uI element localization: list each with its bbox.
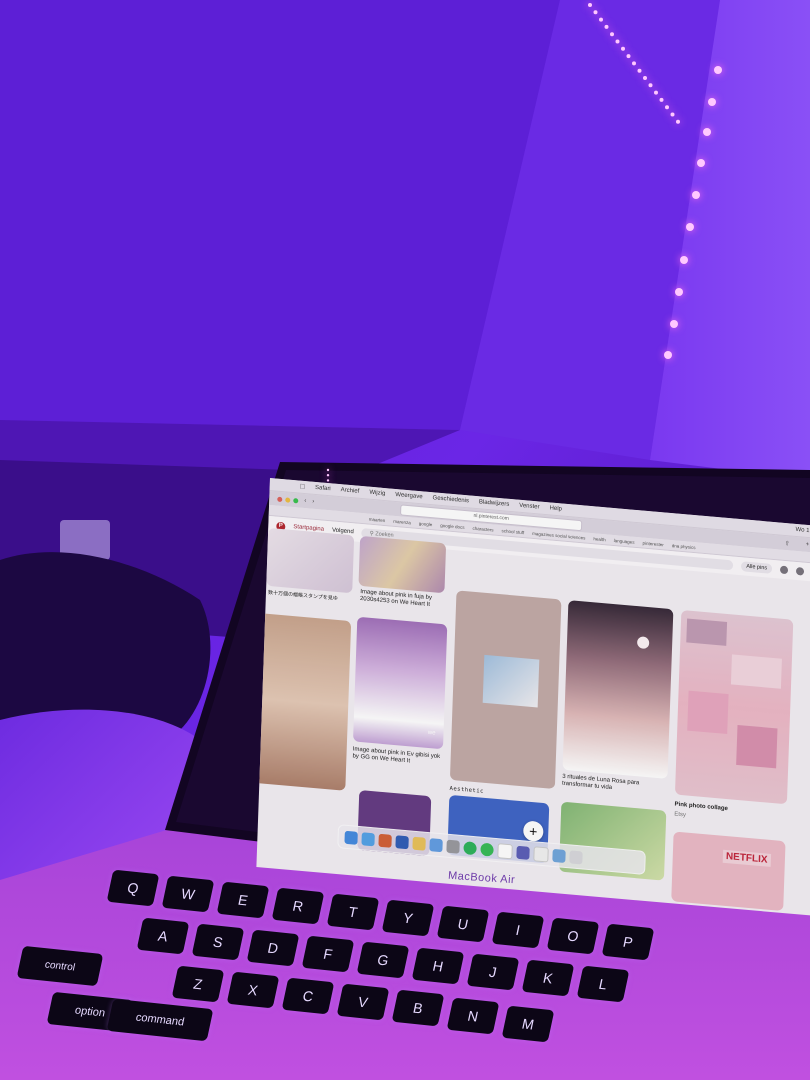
pin-card-aesthetic[interactable]	[449, 590, 562, 790]
bell-icon[interactable]	[779, 565, 789, 575]
trash-icon[interactable]	[569, 849, 583, 864]
led-light	[680, 256, 688, 264]
led-light	[615, 39, 620, 44]
address-text: nl.pinterest.com	[473, 512, 509, 522]
pin-overlay-text: we	[427, 729, 436, 737]
favorite-item[interactable]: languages	[614, 538, 635, 545]
menu-bladwijzers[interactable]: Bladwijzers	[479, 499, 510, 508]
whatsapp-icon[interactable]	[480, 842, 494, 857]
led-light	[588, 3, 592, 7]
led-light	[703, 128, 711, 136]
safari-icon[interactable]	[361, 831, 375, 846]
led-light	[326, 474, 330, 477]
powerpoint-icon[interactable]	[378, 833, 392, 848]
led-light	[670, 112, 675, 117]
pin-card-luna-rosa[interactable]	[562, 600, 674, 779]
led-light	[676, 119, 680, 124]
favorite-item[interactable]: google docs	[440, 522, 464, 529]
favorite-item[interactable]: characters	[472, 525, 493, 532]
led-light	[665, 105, 669, 110]
spotify-icon[interactable]	[463, 840, 477, 855]
word-icon[interactable]	[395, 834, 409, 849]
pin-caption: Aesthetic	[449, 785, 484, 795]
favorite-item[interactable]: maarten	[369, 516, 386, 522]
menu-wijzig[interactable]: Wijzig	[369, 490, 385, 497]
led-light	[664, 351, 672, 359]
pin-card-netflix[interactable]: NETFLIX	[671, 831, 786, 912]
led-light	[604, 24, 609, 29]
pin-card-palace[interactable]	[256, 612, 352, 791]
new-tab-icon[interactable]: +	[806, 542, 810, 548]
menu-geschiedenis[interactable]: Geschiedenis	[432, 495, 469, 504]
led-light	[659, 97, 664, 102]
led-light	[686, 223, 694, 231]
led-light	[632, 61, 636, 66]
finder-icon[interactable]	[344, 830, 358, 845]
menu-help[interactable]: Help	[549, 505, 562, 512]
messages-icon[interactable]	[795, 566, 805, 576]
pin-caption: Image about pink in Ev gibisi yok by GG …	[352, 746, 441, 765]
led-light	[326, 468, 330, 472]
pin-card-collage[interactable]	[674, 609, 794, 805]
menu-archief[interactable]: Archief	[341, 487, 360, 495]
favorite-item[interactable]: school stuff	[501, 528, 524, 535]
led-light	[637, 68, 642, 73]
mail-icon[interactable]	[429, 837, 443, 852]
pin-card-pink-fuja[interactable]	[358, 535, 447, 594]
pin-caption: Pink photo collage	[674, 801, 729, 813]
netflix-logo: NETFLIX	[722, 849, 771, 867]
teams-icon[interactable]	[516, 845, 530, 860]
forward-icon[interactable]: ›	[312, 499, 314, 505]
favorite-item[interactable]: pinterester	[642, 540, 663, 547]
led-light	[593, 10, 598, 15]
aesthetic-photo	[482, 654, 540, 708]
led-light	[626, 54, 631, 59]
led-light	[692, 191, 700, 199]
led-light	[708, 98, 716, 106]
led-light	[714, 66, 722, 74]
led-light	[326, 479, 330, 482]
favorite-item[interactable]: dna physics	[672, 543, 696, 550]
menu-venster[interactable]: Venster	[519, 503, 540, 511]
share-icon[interactable]: ⇧	[785, 539, 800, 547]
favorite-item[interactable]: magazines social sciences	[532, 530, 585, 540]
collage-tile	[686, 618, 728, 646]
menu-weergave[interactable]: Weergave	[395, 492, 422, 500]
calendar-icon[interactable]	[497, 842, 513, 859]
laptop-screen:  Safari Archief Wijzig Weergave Geschie…	[256, 478, 810, 916]
pin-card-stamps[interactable]	[266, 527, 355, 594]
collage-tile	[730, 654, 782, 689]
moon-icon	[636, 636, 650, 650]
led-light	[654, 90, 658, 95]
window-controls	[277, 496, 299, 503]
close-icon[interactable]	[277, 496, 283, 502]
reminders-icon[interactable]	[533, 845, 549, 863]
favorite-item[interactable]: health	[593, 536, 605, 542]
back-icon[interactable]: ‹	[304, 498, 306, 504]
settings-icon[interactable]	[446, 839, 460, 854]
collage-tile	[736, 724, 778, 769]
led-light	[610, 32, 614, 37]
pin-source: Etsy	[674, 811, 687, 819]
favorite-item[interactable]: marenza	[393, 518, 411, 525]
folder-icon[interactable]	[412, 836, 426, 851]
menubar-clock: Wo 1	[795, 526, 810, 535]
downloads-icon[interactable]	[552, 848, 566, 863]
filter-dropdown[interactable]: Alle pins	[741, 561, 773, 574]
led-light	[697, 159, 705, 167]
led-light	[599, 17, 603, 22]
led-light	[643, 76, 647, 80]
led-light	[648, 83, 653, 88]
favorite-item[interactable]: google	[419, 521, 433, 527]
led-light	[675, 288, 683, 296]
minimize-icon[interactable]	[285, 496, 291, 503]
collage-tile	[687, 690, 729, 735]
led-light	[621, 46, 625, 51]
apple-icon[interactable]: 	[300, 483, 305, 490]
menu-safari[interactable]: Safari	[315, 485, 331, 492]
led-light	[670, 320, 678, 328]
maximize-icon[interactable]	[293, 497, 299, 503]
pin-card-clouds[interactable]: we	[353, 616, 448, 750]
